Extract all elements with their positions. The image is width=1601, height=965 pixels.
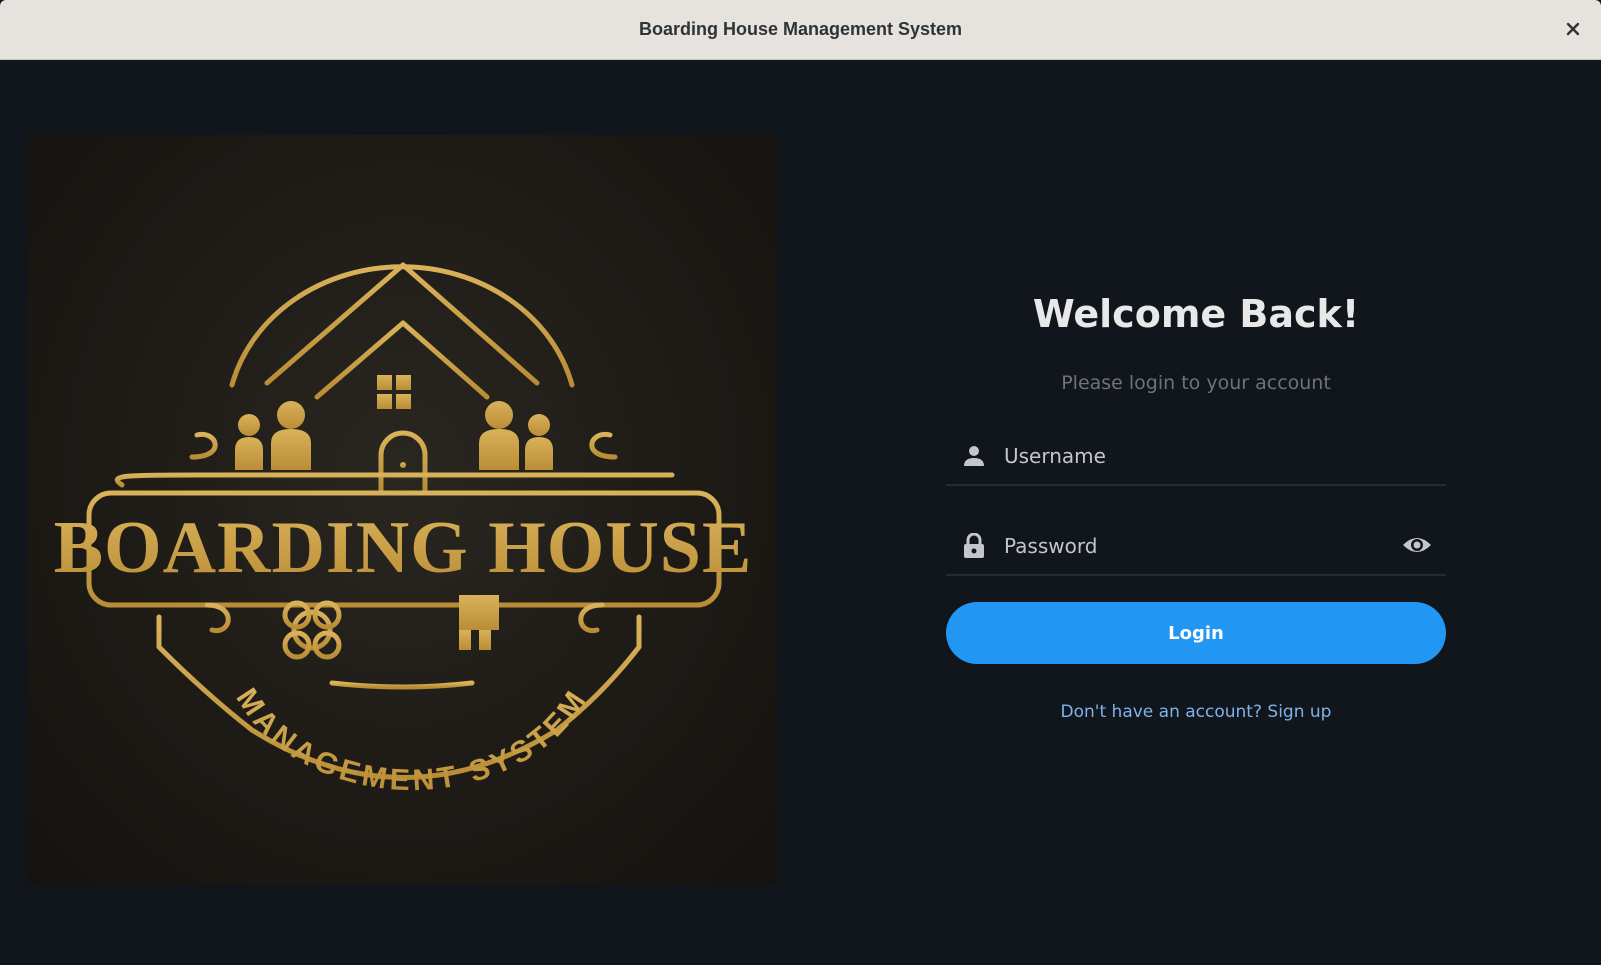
lock-icon (960, 532, 988, 560)
signup-link[interactable]: Don't have an account? Sign up (946, 702, 1446, 722)
password-input[interactable] (1004, 526, 1384, 566)
title-bar: Boarding House Management System (0, 0, 1601, 60)
eye-icon (1402, 535, 1432, 559)
logo-subtitle-text: MANAGEMENT SYSTEM (230, 683, 595, 798)
logo-image: BOARDING HOUSE MANAGEMENT SYSTEM (27, 135, 777, 885)
close-button[interactable] (1557, 14, 1589, 46)
username-field (946, 428, 1446, 486)
app-window: Boarding House Management System BOARDIN… (0, 0, 1601, 965)
password-field (946, 518, 1446, 576)
welcome-heading: Welcome Back! (1032, 292, 1360, 336)
boarding-house-logo: BOARDING HOUSE MANAGEMENT SYSTEM (54, 262, 753, 798)
login-button[interactable]: Login (946, 602, 1446, 664)
login-subheading: Please login to your account (1061, 372, 1331, 394)
show-password-toggle[interactable] (1400, 530, 1434, 564)
username-input[interactable] (1004, 436, 1384, 476)
window-title: Boarding House Management System (638, 19, 963, 39)
close-icon (1566, 21, 1580, 40)
user-icon (960, 442, 988, 470)
logo-title-text: BOARDING HOUSE (54, 507, 753, 589)
